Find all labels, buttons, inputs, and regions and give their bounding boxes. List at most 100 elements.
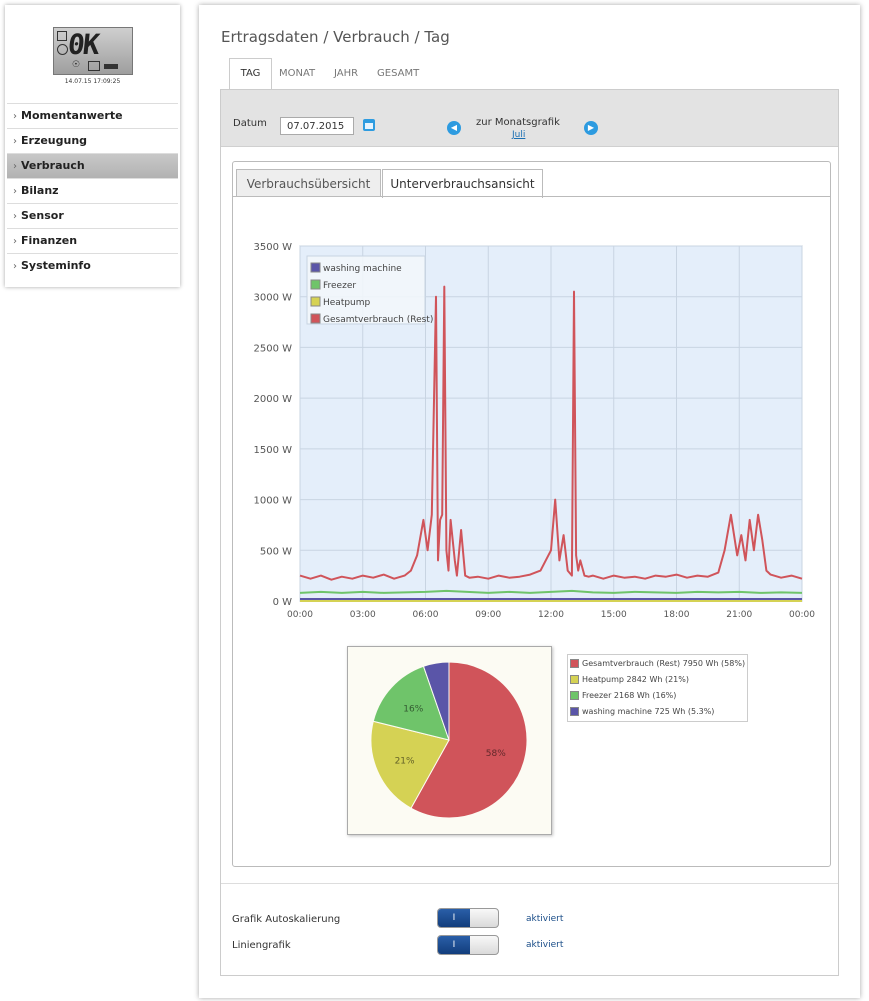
x-tick-label: 21:00 bbox=[726, 610, 752, 620]
pie-slice-label: 58% bbox=[486, 749, 506, 759]
legend-swatch bbox=[570, 691, 579, 700]
sidebar: 0K ☉ 14.07.15 17:09:25 › Momentanwerte › E… bbox=[5, 5, 180, 287]
y-tick-label: 0 W bbox=[273, 597, 293, 608]
sidebar-nav: › Momentanwerte › Erzeugung › Verbrauch › Bi… bbox=[7, 103, 178, 278]
tab-jahr[interactable]: JAHR bbox=[334, 59, 358, 89]
sidebar-item-momentanwerte[interactable]: › Momentanwerte bbox=[7, 103, 178, 128]
tab-divider bbox=[233, 196, 830, 197]
pie-legend: Gesamtverbrauch (Rest) 7950 Wh (58%) Heat… bbox=[567, 654, 748, 722]
x-tick-label: 00:00 bbox=[789, 610, 815, 620]
date-input[interactable] bbox=[280, 117, 354, 135]
status-display: 0K ☉ bbox=[53, 27, 133, 75]
y-tick-label: 2500 W bbox=[253, 343, 292, 354]
legend-label: washing machine 725 Wh (5.3%) bbox=[582, 707, 715, 716]
chevron-right-icon: › bbox=[13, 136, 17, 147]
pie-chart: 58% 21% 16% bbox=[370, 661, 528, 819]
sidebar-item-label: Sensor bbox=[21, 209, 64, 222]
x-tick-label: 18:00 bbox=[664, 610, 690, 620]
legend-label[interactable]: washing machine bbox=[323, 264, 402, 274]
y-tick-label: 2000 W bbox=[253, 394, 292, 405]
sidebar-item-label: Erzeugung bbox=[21, 134, 88, 147]
chevron-right-icon: › bbox=[13, 261, 17, 272]
pie-legend-item[interactable]: Freezer 2168 Wh (16%) bbox=[570, 688, 676, 704]
month-nav-label: zur Monatsgrafik bbox=[476, 117, 560, 128]
battery-icon bbox=[104, 64, 118, 69]
pie-slice-label: 21% bbox=[395, 756, 415, 766]
status-display-date: 14.07.15 17:09:25 bbox=[64, 78, 121, 85]
sidebar-item-systeminfo[interactable]: › Systeminfo bbox=[7, 253, 178, 278]
pie-slice-label: 16% bbox=[403, 704, 423, 714]
liniengrafik-status: aktiviert bbox=[526, 940, 564, 950]
liniengrafik-toggle[interactable]: I bbox=[437, 935, 499, 955]
sidebar-item-erzeugung[interactable]: › Erzeugung bbox=[7, 128, 178, 153]
line-chart: 0 W 500 W 1000 W 1500 W 2000 W 2500 W 3000 W 35… bbox=[253, 242, 815, 620]
tab-monat[interactable]: MONAT bbox=[279, 59, 315, 89]
person-icon: ☉ bbox=[72, 60, 81, 70]
sidebar-item-label: Systeminfo bbox=[21, 259, 91, 272]
sidebar-item-label: Momentanwerte bbox=[21, 109, 123, 122]
pie-legend-item[interactable]: washing machine 725 Wh (5.3%) bbox=[570, 704, 714, 720]
chevron-right-icon: › bbox=[13, 236, 17, 247]
legend-swatch bbox=[570, 707, 579, 716]
sidebar-item-sensor[interactable]: › Sensor bbox=[7, 203, 178, 228]
sidebar-item-label: Verbrauch bbox=[21, 159, 85, 172]
legend-label: Heatpump 2842 Wh (21%) bbox=[582, 675, 689, 684]
y-tick-label: 500 W bbox=[260, 546, 292, 557]
chevron-right-icon: › bbox=[13, 161, 17, 172]
x-tick-label: 09:00 bbox=[475, 610, 501, 620]
breadcrumb: Ertragsdaten / Verbrauch / Tag bbox=[221, 28, 450, 46]
tab-unterverbrauchsansicht[interactable]: Unterverbrauchsansicht bbox=[382, 169, 543, 198]
toggle-on-indicator: I bbox=[438, 936, 470, 954]
chevron-right-icon: › bbox=[13, 211, 17, 222]
calendar-icon[interactable] bbox=[363, 119, 375, 131]
x-tick-label: 12:00 bbox=[538, 610, 564, 620]
chevron-right-icon: › bbox=[13, 111, 17, 122]
sidebar-item-bilanz[interactable]: › Bilanz bbox=[7, 178, 178, 203]
y-tick-label: 3500 W bbox=[253, 242, 292, 253]
x-tick-label: 06:00 bbox=[413, 610, 439, 620]
pie-legend-item[interactable]: Heatpump 2842 Wh (21%) bbox=[570, 672, 689, 688]
x-axis: 00:00 03:00 06:00 09:00 12:00 15:00 18:00 21:00… bbox=[287, 610, 815, 620]
date-toolbar: Datum ◀ zur Monatsgrafik Juli ▶ bbox=[221, 90, 838, 147]
setting-label-autoskalierung: Grafik Autoskalierung bbox=[232, 914, 341, 925]
sidebar-item-label: Finanzen bbox=[21, 234, 78, 247]
legend-swatch bbox=[570, 659, 579, 668]
y-tick-label: 1500 W bbox=[253, 445, 292, 456]
legend-swatch bbox=[310, 262, 321, 273]
legend-swatch bbox=[310, 279, 321, 290]
month-link[interactable]: Juli bbox=[512, 130, 525, 140]
inverter-icon bbox=[88, 61, 100, 71]
setting-label-liniengrafik: Liniengrafik bbox=[232, 940, 291, 951]
y-axis: 0 W 500 W 1000 W 1500 W 2000 W 2500 W 3000 W 35… bbox=[253, 242, 292, 608]
settings-divider bbox=[221, 883, 838, 884]
line-legend: washing machine Freezer Heatpump Gesamtverb… bbox=[306, 255, 433, 325]
y-tick-label: 3000 W bbox=[253, 293, 292, 304]
legend-label: Freezer 2168 Wh (16%) bbox=[582, 691, 677, 700]
grid-icon bbox=[57, 31, 67, 41]
x-tick-label: 03:00 bbox=[350, 610, 376, 620]
sidebar-item-label: Bilanz bbox=[21, 184, 59, 197]
chevron-right-icon: › bbox=[13, 186, 17, 197]
status-display-text: 0K bbox=[66, 28, 100, 61]
tab-gesamt[interactable]: GESAMT bbox=[377, 59, 419, 89]
legend-label[interactable]: Freezer bbox=[323, 281, 356, 291]
legend-label[interactable]: Gesamtverbrauch (Rest) bbox=[323, 315, 433, 325]
legend-swatch bbox=[310, 296, 321, 307]
tab-tag[interactable]: TAG bbox=[229, 58, 272, 90]
legend-swatch bbox=[310, 313, 321, 324]
autoskalierung-status: aktiviert bbox=[526, 914, 564, 924]
x-tick-label: 15:00 bbox=[601, 610, 627, 620]
next-day-button[interactable]: ▶ bbox=[584, 121, 598, 135]
prev-day-button[interactable]: ◀ bbox=[447, 121, 461, 135]
legend-label[interactable]: Heatpump bbox=[323, 298, 371, 308]
autoskalierung-toggle[interactable]: I bbox=[437, 908, 499, 928]
pie-legend-item[interactable]: Gesamtverbrauch (Rest) 7950 Wh (58%) bbox=[570, 656, 745, 672]
date-label: Datum bbox=[233, 118, 267, 129]
y-tick-label: 1000 W bbox=[253, 496, 292, 507]
toggle-on-indicator: I bbox=[438, 909, 470, 927]
legend-swatch bbox=[570, 675, 579, 684]
tab-verbrauchsuebersicht[interactable]: Verbrauchsübersicht bbox=[236, 169, 381, 197]
x-tick-label: 00:00 bbox=[287, 610, 313, 620]
sidebar-item-finanzen[interactable]: › Finanzen bbox=[7, 228, 178, 253]
sidebar-item-verbrauch[interactable]: › Verbrauch bbox=[7, 153, 178, 178]
